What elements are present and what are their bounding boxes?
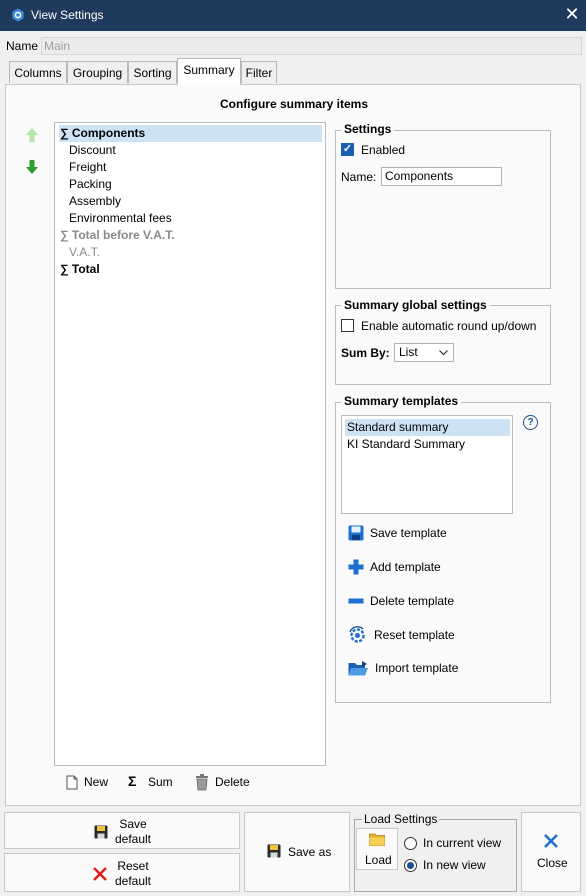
plus-icon bbox=[348, 559, 364, 575]
list-item[interactable]: Assembly bbox=[69, 193, 121, 210]
new-button-label: New bbox=[84, 775, 109, 789]
delete-button-label: Delete bbox=[215, 775, 250, 789]
reset-template-button[interactable]: Reset template bbox=[348, 625, 488, 647]
arrow-down-icon[interactable] bbox=[22, 157, 42, 177]
global-settings-title: Summary global settings bbox=[341, 298, 490, 312]
import-template-label: Import template bbox=[375, 661, 459, 675]
list-item[interactable]: Discount bbox=[69, 142, 116, 159]
summary-tab-panel: Configure summary items ∑ Components Dis… bbox=[5, 84, 581, 806]
tab-grouping[interactable]: Grouping bbox=[67, 61, 128, 83]
item-name-input[interactable]: Components bbox=[381, 167, 502, 186]
list-item[interactable]: V.A.T. bbox=[69, 244, 100, 261]
save-template-button[interactable]: Save template bbox=[348, 523, 488, 545]
template-item[interactable]: KI Standard Summary bbox=[345, 436, 465, 453]
minus-icon bbox=[348, 598, 364, 604]
enabled-checkbox[interactable]: ✓ bbox=[341, 143, 354, 156]
reset-gear-icon bbox=[349, 626, 365, 643]
sum-button-label: Sum bbox=[148, 775, 173, 789]
folder-open-icon bbox=[348, 661, 368, 676]
floppy-disk-icon bbox=[267, 844, 281, 858]
blue-x-icon bbox=[544, 834, 558, 848]
reset-template-label: Reset template bbox=[374, 628, 455, 642]
new-button[interactable]: New bbox=[64, 772, 114, 794]
save-as-button[interactable]: Save as bbox=[244, 812, 350, 892]
name-label: Name bbox=[6, 39, 39, 53]
save-default-line2: default bbox=[114, 832, 152, 846]
delete-button[interactable]: Delete bbox=[195, 772, 255, 794]
save-default-button[interactable]: Save default bbox=[4, 812, 240, 849]
gear-hex-icon bbox=[12, 8, 24, 22]
settings-group-title: Settings bbox=[341, 122, 395, 136]
tab-filter[interactable]: Filter bbox=[241, 61, 277, 83]
tab-sorting[interactable]: Sorting bbox=[128, 61, 177, 83]
tab-columns[interactable]: Columns bbox=[9, 61, 67, 83]
list-item[interactable]: ∑ Components bbox=[59, 125, 322, 142]
summary-items-list[interactable]: ∑ Components Discount Freight Packing As… bbox=[54, 122, 326, 766]
round-label: Enable automatic round up/down bbox=[361, 319, 537, 333]
floppy-disk-icon bbox=[348, 525, 364, 541]
in-current-view-label: In current view bbox=[423, 836, 502, 850]
in-current-view-radio[interactable] bbox=[404, 837, 417, 850]
chevron-down-icon bbox=[439, 350, 448, 356]
list-item[interactable]: ∑ Total bbox=[60, 261, 100, 278]
folder-icon bbox=[369, 833, 385, 846]
trash-icon bbox=[196, 774, 208, 791]
save-template-label: Save template bbox=[370, 526, 447, 540]
title-bar: View Settings ✕ bbox=[0, 0, 586, 31]
templates-list[interactable]: Standard summary KI Standard Summary bbox=[341, 415, 513, 514]
name-input[interactable]: Main bbox=[41, 37, 582, 55]
panel-heading: Configure summary items bbox=[219, 97, 369, 111]
window-close-button[interactable]: ✕ bbox=[562, 4, 582, 24]
list-item[interactable]: Freight bbox=[69, 159, 106, 176]
tab-summary[interactable]: Summary bbox=[177, 58, 241, 85]
arrow-up-icon[interactable] bbox=[22, 125, 42, 145]
sum-button[interactable]: Σ Sum bbox=[128, 772, 178, 794]
in-new-view-label: In new view bbox=[423, 858, 486, 872]
sum-by-select[interactable]: List bbox=[394, 343, 454, 362]
round-checkbox[interactable] bbox=[341, 319, 354, 332]
reset-default-line2: default bbox=[114, 874, 152, 888]
delete-template-label: Delete template bbox=[370, 594, 455, 608]
sum-by-value: List bbox=[399, 345, 418, 359]
reset-default-line1: Reset bbox=[117, 859, 149, 873]
load-settings-title: Load Settings bbox=[362, 812, 440, 826]
in-new-view-radio[interactable] bbox=[404, 859, 417, 872]
template-item[interactable]: Standard summary bbox=[345, 419, 510, 436]
red-x-icon bbox=[93, 867, 107, 881]
item-name-label: Name: bbox=[341, 170, 377, 184]
save-default-line1: Save bbox=[119, 817, 147, 831]
import-template-button[interactable]: Import template bbox=[348, 658, 488, 680]
enabled-label: Enabled bbox=[361, 143, 406, 157]
list-item[interactable]: Environmental fees bbox=[69, 210, 172, 227]
add-template-label: Add template bbox=[370, 560, 441, 574]
sum-by-label: Sum By: bbox=[341, 346, 390, 360]
list-item[interactable]: Packing bbox=[69, 176, 112, 193]
load-button[interactable]: Load bbox=[356, 828, 398, 870]
templates-title: Summary templates bbox=[341, 394, 462, 408]
add-template-button[interactable]: Add template bbox=[348, 557, 488, 579]
load-button-label: Load bbox=[365, 853, 392, 867]
help-icon[interactable]: ? bbox=[523, 415, 538, 430]
new-document-icon bbox=[66, 775, 78, 790]
reset-default-button[interactable]: Reset default bbox=[4, 853, 240, 892]
list-item[interactable]: ∑ Total before V.A.T. bbox=[60, 227, 175, 244]
delete-template-button[interactable]: Delete template bbox=[348, 591, 488, 613]
window-title: View Settings bbox=[31, 8, 104, 22]
close-button-label: Close bbox=[537, 856, 568, 870]
save-as-label: Save as bbox=[288, 845, 332, 859]
close-button[interactable]: Close bbox=[521, 812, 581, 892]
sigma-icon: Σ bbox=[128, 773, 137, 789]
floppy-disk-icon bbox=[94, 825, 108, 839]
